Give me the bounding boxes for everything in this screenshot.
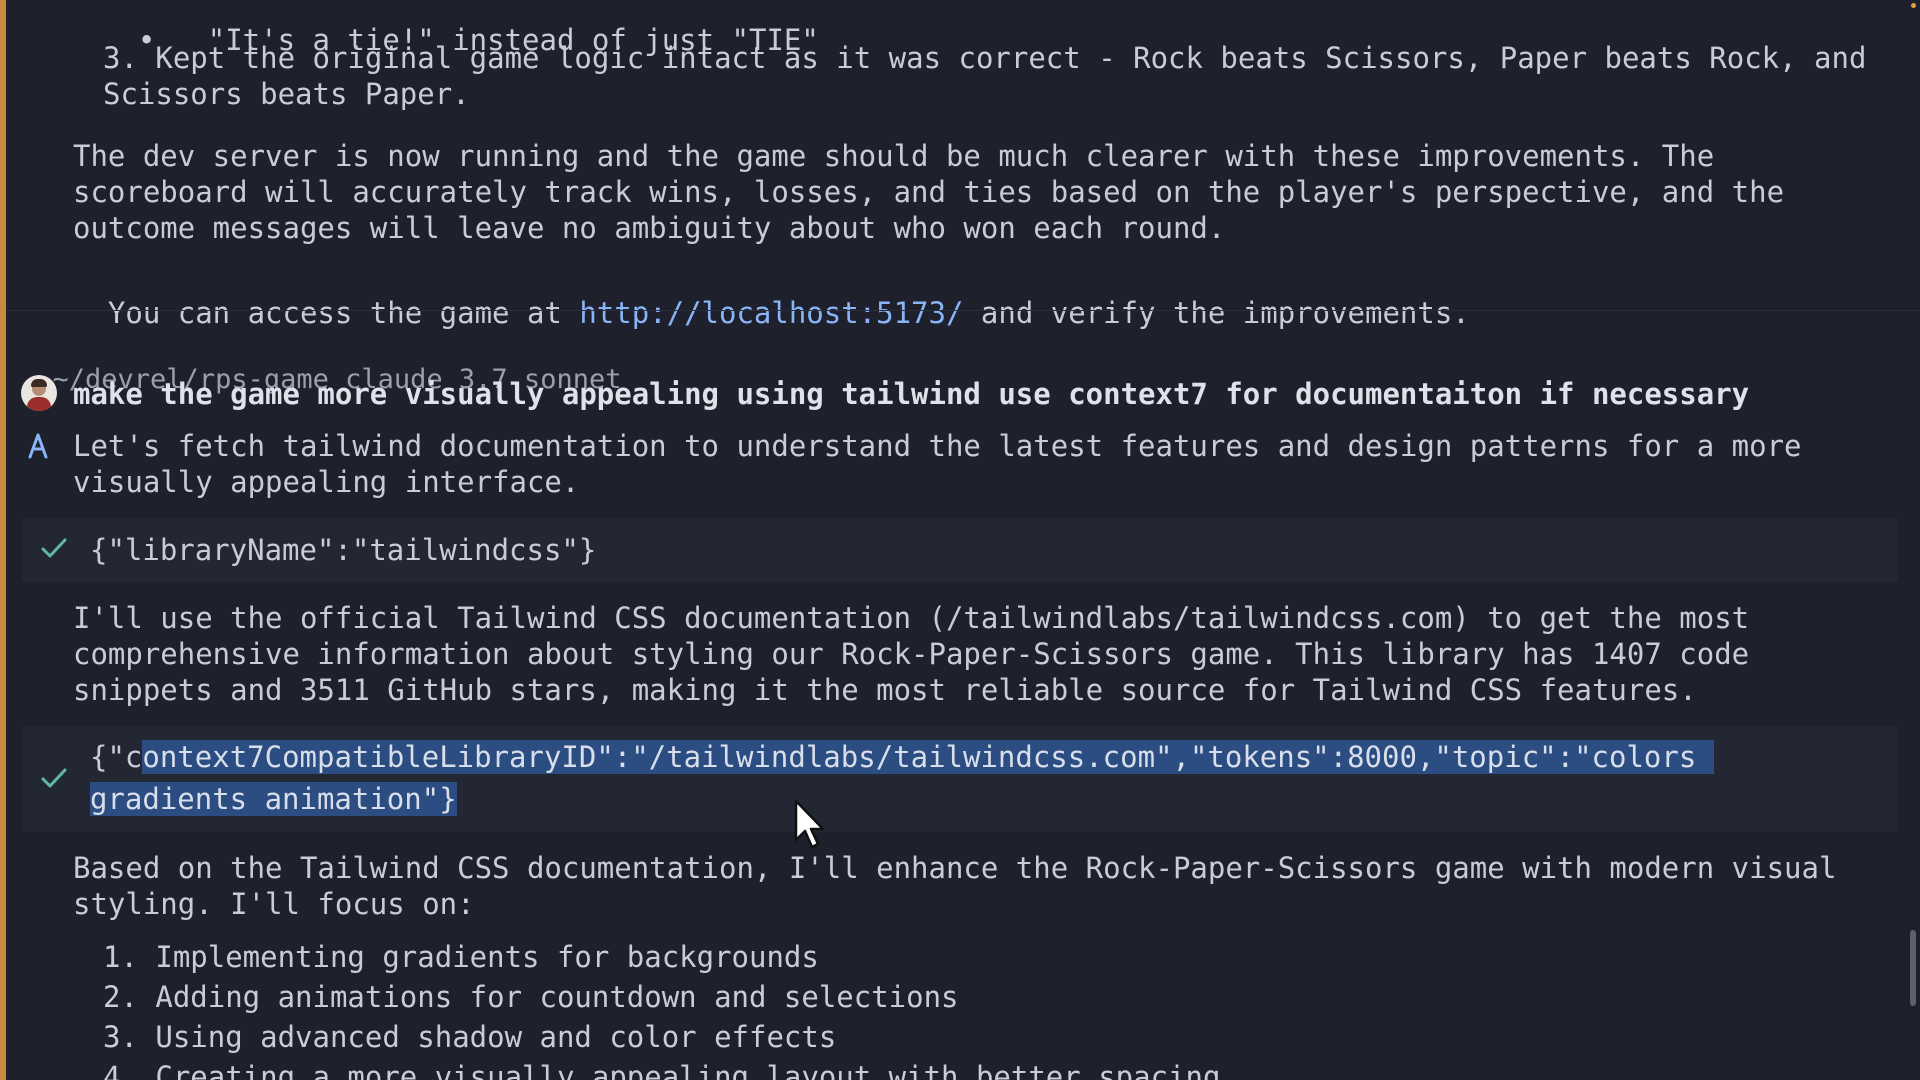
paragraph-line: Based on the Tailwind CSS documentation,… xyxy=(73,851,1837,885)
user-avatar xyxy=(21,375,57,411)
list-item: 4. Creating a more visually appealing la… xyxy=(103,1060,1221,1080)
list-item-3-line2: Scissors beats Paper. xyxy=(103,77,470,111)
list-item-3-line1: 3. Kept the original game logic intact a… xyxy=(103,41,1867,75)
mouse-cursor-icon xyxy=(794,799,825,849)
assistant-intro-line2: visually appealing interface. xyxy=(73,465,580,499)
paragraph-line: outcome messages will leave no ambiguity… xyxy=(73,211,1226,245)
list-item: 3. Using advanced shadow and color effec… xyxy=(103,1020,837,1054)
assistant-icon xyxy=(28,433,48,459)
assistant-intro-line1: Let's fetch tailwind documentation to un… xyxy=(73,429,1802,463)
check-icon xyxy=(41,538,67,558)
paragraph-line: snippets and 3511 GitHub stars, making i… xyxy=(73,673,1697,707)
tool-call-get-docs[interactable]: {"context7CompatibleLibraryID":"/tailwin… xyxy=(22,726,1898,832)
user-prompt-text: make the game more visually appealing us… xyxy=(73,377,1750,411)
tool-call-resolve-library[interactable]: {"libraryName":"tailwindcss"} xyxy=(22,518,1898,582)
message-divider xyxy=(6,310,1920,311)
tool-call-args-line1: {"context7CompatibleLibraryID":"/tailwin… xyxy=(90,740,1714,774)
text-selection[interactable]: gradients animation"} xyxy=(90,782,457,816)
access-line: You can access the game at http://localh… xyxy=(107,296,1470,330)
left-accent-bar xyxy=(0,0,6,1080)
paragraph-line: I'll use the official Tailwind CSS docum… xyxy=(73,601,1750,635)
localhost-link[interactable]: http://localhost:5173/ xyxy=(579,296,963,330)
paragraph-line: The dev server is now running and the ga… xyxy=(73,139,1715,173)
check-icon xyxy=(41,768,67,788)
text-selection[interactable]: ontext7CompatibleLibraryID":"/tailwindla… xyxy=(142,740,1714,774)
list-item: 1. Implementing gradients for background… xyxy=(103,940,819,974)
tool-call-args: {"libraryName":"tailwindcss"} xyxy=(90,533,597,567)
paragraph-line: scoreboard will accurately track wins, l… xyxy=(73,175,1785,209)
list-item: 2. Adding animations for countdown and s… xyxy=(103,980,959,1014)
scrollbar-thumb[interactable] xyxy=(1910,930,1916,1006)
scrollbar[interactable] xyxy=(1906,0,1920,1080)
tool-call-args-line2: gradients animation"} xyxy=(90,781,457,817)
paragraph-line: comprehensive information about styling … xyxy=(73,637,1750,671)
paragraph-line: styling. I'll focus on: xyxy=(73,887,475,921)
